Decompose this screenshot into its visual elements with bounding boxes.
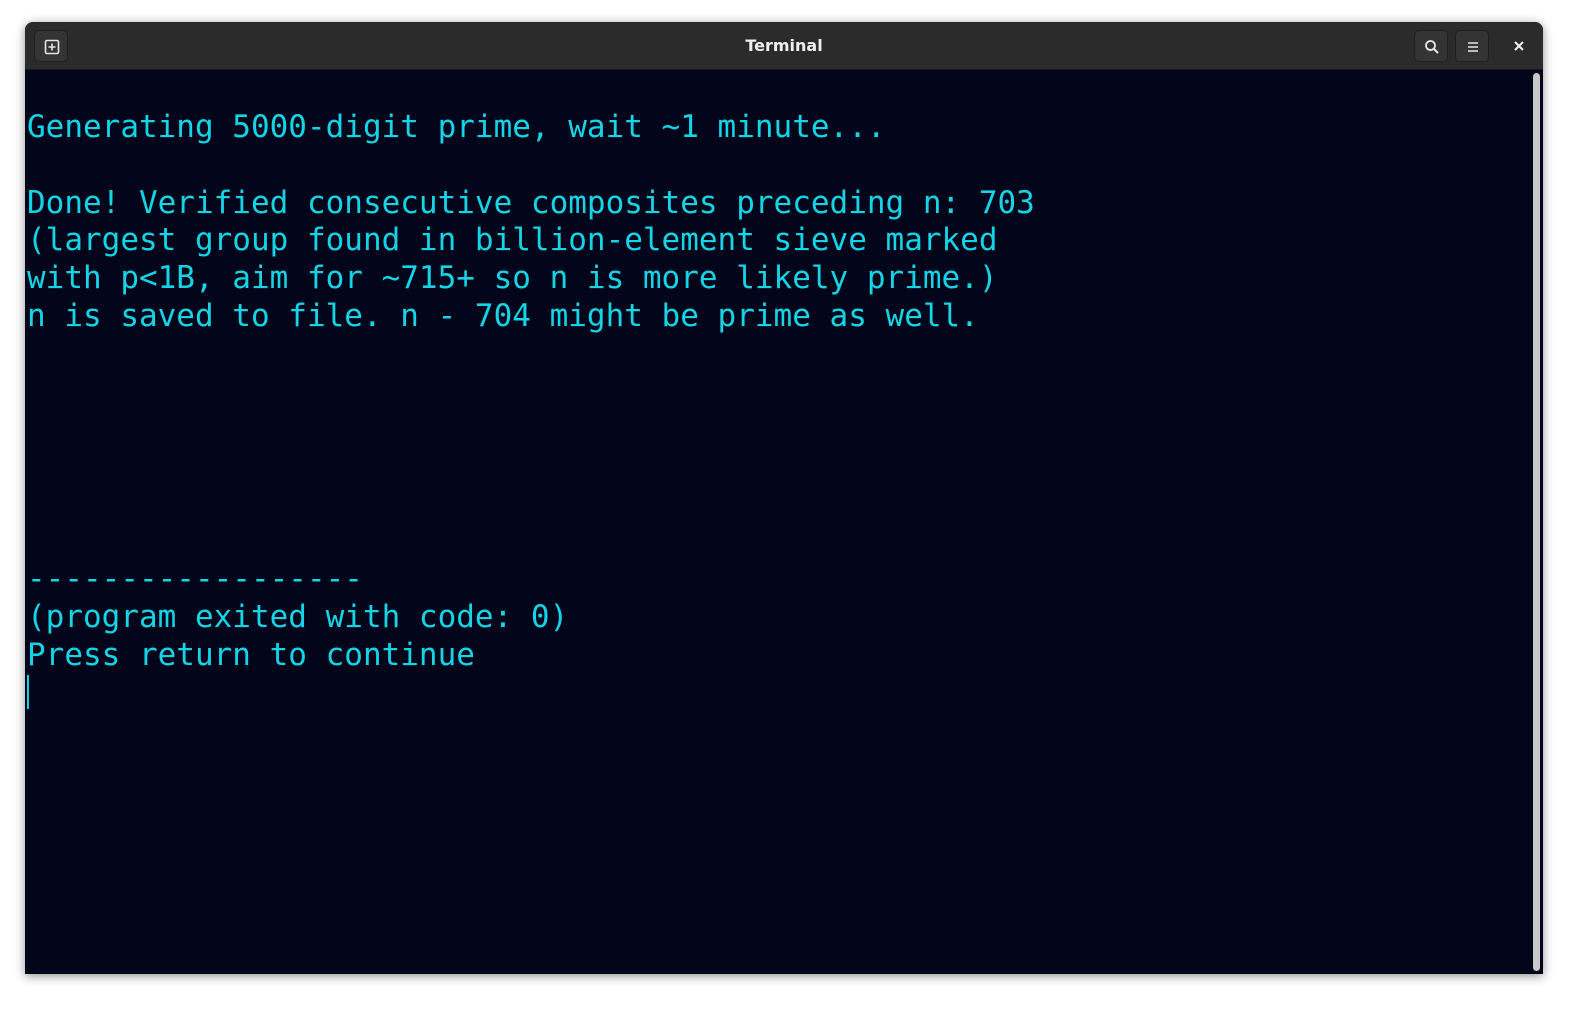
text-cursor: [27, 675, 29, 709]
scrollbar[interactable]: [1530, 70, 1543, 974]
close-button[interactable]: [1503, 30, 1535, 62]
terminal-window: Terminal Generating 5000-digit prime, wa…: [25, 22, 1543, 974]
terminal-line: Done! Verified consecutive composites pr…: [27, 185, 1035, 221]
terminal-line: with p<1B, aim for ~715+ so n is more li…: [27, 260, 998, 296]
menu-button[interactable]: [1455, 30, 1489, 62]
terminal-prompt: Press return to continue: [27, 637, 475, 673]
terminal-output[interactable]: Generating 5000-digit prime, wait ~1 min…: [25, 70, 1530, 974]
search-button[interactable]: [1414, 30, 1448, 62]
terminal-exit-status: (program exited with code: 0): [27, 599, 569, 635]
terminal-line: (largest group found in billion-element …: [27, 222, 998, 258]
terminal-line: Generating 5000-digit prime, wait ~1 min…: [27, 109, 886, 145]
terminal-line: n is saved to file. n - 704 might be pri…: [27, 298, 979, 334]
close-icon: [1514, 41, 1524, 51]
scrollbar-thumb[interactable]: [1533, 73, 1540, 971]
window-title: Terminal: [745, 36, 823, 55]
search-icon: [1425, 40, 1439, 54]
hamburger-menu-icon: [1468, 42, 1478, 52]
titlebar: Terminal: [25, 22, 1543, 70]
terminal-separator: ------------------: [27, 561, 363, 597]
